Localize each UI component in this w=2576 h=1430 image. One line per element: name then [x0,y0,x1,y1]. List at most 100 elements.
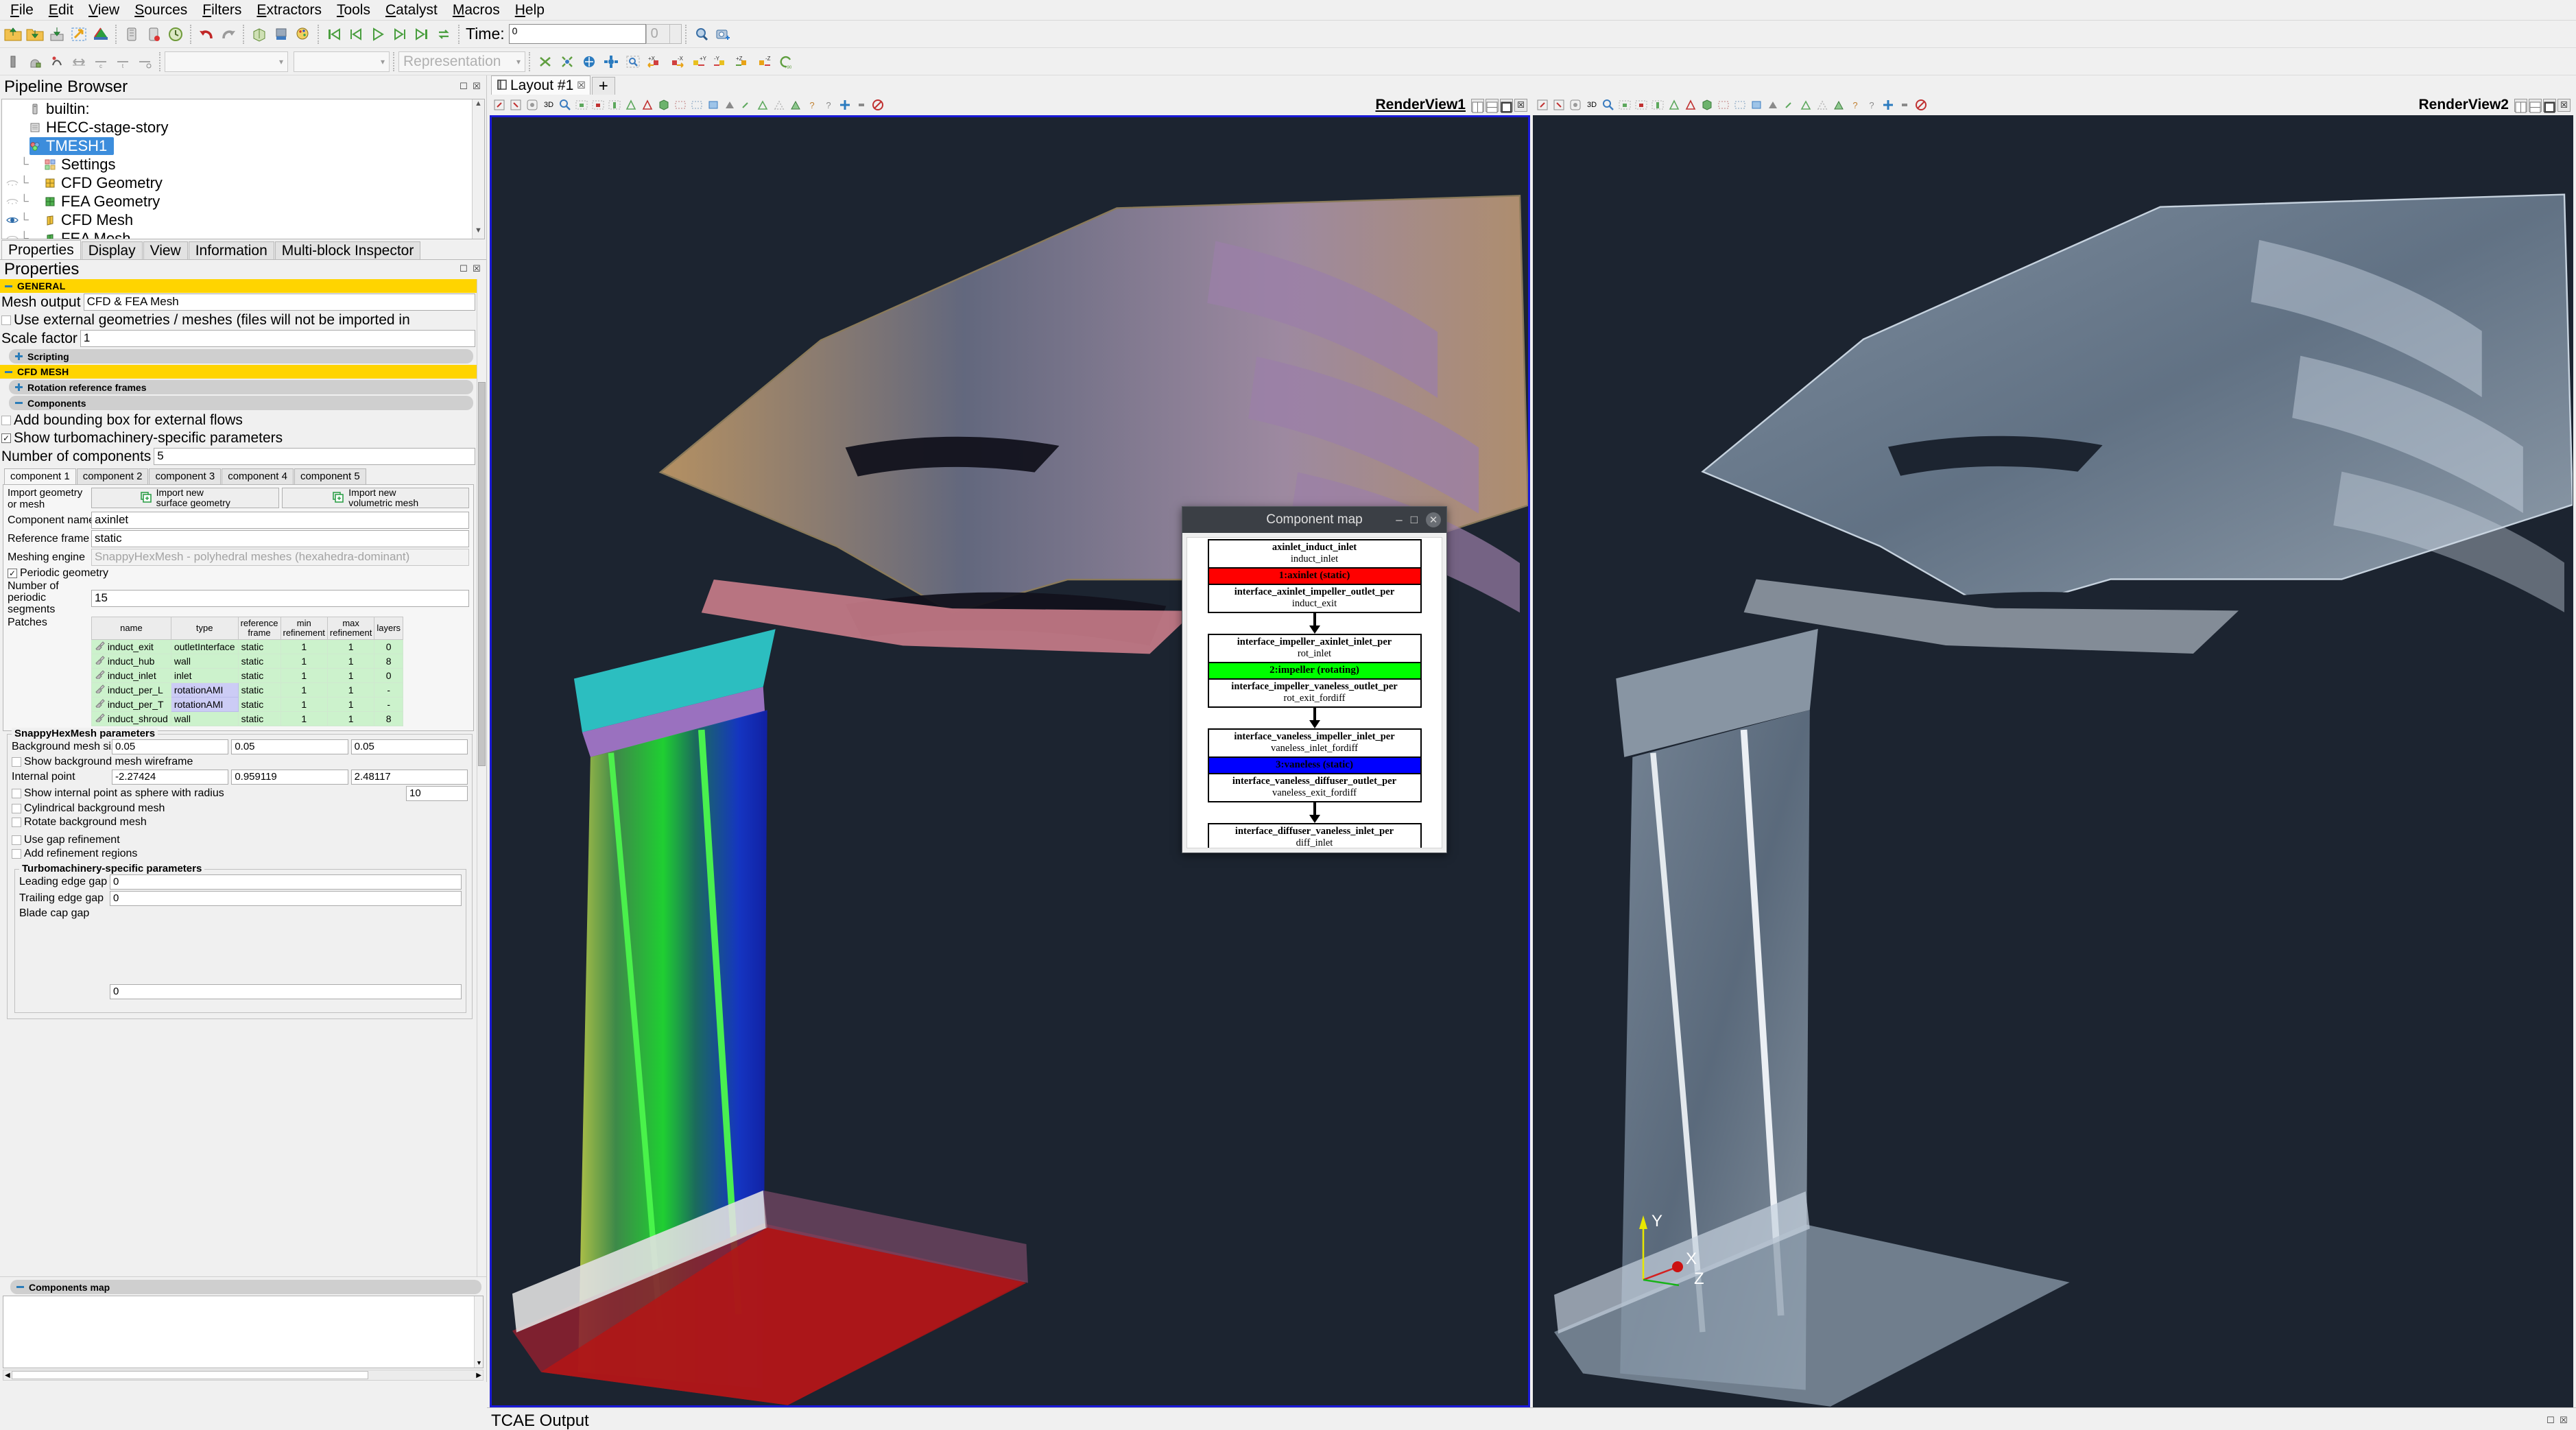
eye-hidden-icon[interactable] [5,196,20,207]
orientation-axes-widget[interactable]: Y X Z [1630,1197,1726,1288]
use-external-row[interactable]: Use external geometries / meshes (files … [0,311,477,329]
zoom-box-icon[interactable] [623,51,643,72]
bg-mesh-size-y[interactable]: 0.05 [231,739,348,754]
plot-over-line-icon[interactable] [754,97,771,113]
neg-x-icon[interactable]: -X [667,51,687,72]
patch-min-refinement[interactable]: 1 [280,653,328,669]
restore-icon[interactable] [165,24,186,45]
patch-layers[interactable]: 0 [374,667,404,683]
last-frame-icon[interactable] [412,24,432,45]
save-screenshot-icon[interactable] [713,24,734,45]
patch-reference-frame[interactable]: static [237,653,281,669]
pipeline-browser[interactable]: builtin: HECC-stage-story TMESH1 └ Settings └… [1,99,485,239]
component-name-input[interactable]: axinlet [91,512,469,529]
pos-x-icon[interactable]: +X [645,51,665,72]
table-row[interactable]: induct_hub wall static 1 1 8 [91,653,404,669]
bounding-box-row[interactable]: Add bounding box for external flows [0,412,477,429]
camera-reset-icon[interactable] [1567,97,1584,113]
float-icon[interactable]: ☐ [2545,1415,2556,1427]
component-map-node[interactable]: axinlet_induct_inlet induct_inlet 1:axinle… [1207,539,1422,613]
section-components[interactable]: Components [9,396,473,410]
num-components-input[interactable]: 5 [154,448,475,465]
select-cells-icon[interactable] [1617,97,1633,113]
patch-max-refinement[interactable]: 1 [326,667,375,683]
periodic-segments-input[interactable]: 15 [91,589,469,607]
periodic-geometry-row[interactable]: ✓ Periodic geometry [6,567,470,580]
bounding-box-checkbox[interactable] [1,416,11,425]
interactive-select-points-icon[interactable] [1732,97,1748,113]
redo-icon[interactable] [218,24,239,45]
patch-layers[interactable]: - [374,696,404,712]
section-scripting[interactable]: Scripting [9,349,473,364]
hover-cells-icon[interactable] [1748,97,1765,113]
find-data-icon[interactable] [691,24,712,45]
toggle-3d-icon[interactable]: 3D [540,97,557,113]
minimize-icon[interactable]: – [1396,513,1402,527]
patch-name[interactable]: induct_shroud [91,711,171,726]
select-surface-icon[interactable] [606,97,623,113]
tab-display[interactable]: Display [81,241,143,259]
patch-reference-frame[interactable]: static [237,639,281,654]
eye-hidden-icon[interactable] [5,178,20,189]
import-volumetric-mesh-button[interactable]: Import new volumetric mesh [281,488,469,508]
tab-information[interactable]: Information [188,241,274,259]
mesh-output-combo[interactable]: CFD & FEA Mesh [83,294,475,311]
patch-name[interactable]: induct_per_T [91,696,171,712]
pipeline-item-fea-mesh[interactable]: └ FEA Mesh [2,229,484,239]
center-axes-icon[interactable] [837,97,853,113]
patch-name[interactable]: induct_hub [91,653,171,669]
cylindrical-bg-checkbox[interactable] [12,803,21,813]
scroll-down-icon[interactable]: ▼ [473,226,484,239]
menu-catalyst[interactable]: Catalyst [378,1,445,19]
camera-redo-icon[interactable] [1551,97,1567,113]
section-components-map[interactable]: Components map [10,1280,481,1294]
show-internal-sphere-checkbox[interactable] [12,788,21,798]
tab-component-3[interactable]: component 3 [149,468,222,484]
select-surface-icon[interactable] [1649,97,1666,113]
component-map-canvas[interactable]: axinlet_induct_inlet induct_inlet 1:axinle… [1186,537,1442,848]
rescale-visible-icon[interactable]: t [112,51,133,72]
rotate-bg-row[interactable]: Rotate background mesh [10,815,469,829]
help-icon[interactable]: ? [804,97,820,113]
camera-redo-icon[interactable] [271,24,291,45]
pick-center-icon[interactable] [1896,97,1913,113]
patch-name[interactable]: induct_per_L [91,682,171,698]
solid-color-icon[interactable] [3,51,23,72]
tab-component-1[interactable]: component 1 [4,468,76,484]
patch-type[interactable]: outletInterface [170,639,239,654]
time-input[interactable]: 0 [508,24,646,44]
patch-max-refinement[interactable]: 1 [326,711,375,726]
scroll-down-icon[interactable]: ▼ [476,1359,482,1366]
patch-type[interactable]: inlet [170,667,239,683]
hover-points-icon[interactable] [1765,97,1781,113]
maximize-icon[interactable] [2543,98,2556,112]
disconnect-icon[interactable] [91,24,111,45]
select-blocks-icon[interactable] [656,97,672,113]
internal-point-z[interactable]: 2.48117 [350,769,468,785]
periodic-geometry-checkbox[interactable]: ✓ [8,569,17,578]
first-frame-icon[interactable] [324,24,344,45]
pos-z-icon[interactable]: +Z [732,51,753,72]
close-icon[interactable]: ☒ [577,80,586,91]
split-vertical-icon[interactable] [2529,98,2542,112]
select-blocks-icon[interactable] [1699,97,1715,113]
show-bg-wireframe-checkbox[interactable] [12,756,21,767]
select-points-icon[interactable] [590,97,606,113]
help-alt-icon[interactable]: ? [1863,97,1880,113]
menu-tools[interactable]: Tools [329,1,378,19]
open-file-icon[interactable] [3,24,23,45]
menu-file[interactable]: File [3,1,41,19]
toggle-3d-icon[interactable]: 3D [1584,97,1600,113]
bg-mesh-size-x[interactable]: 0.05 [112,739,229,754]
rotate-bg-checkbox[interactable] [12,817,21,827]
close-icon[interactable]: ✕ [1426,512,1441,527]
cylindrical-bg-row[interactable]: Cylindrical background mesh [10,802,469,815]
connect-icon[interactable] [69,24,89,45]
reset-center-icon[interactable] [870,97,886,113]
component-map-titlebar[interactable]: Component map – □ ✕ [1182,507,1446,533]
rescale-over-time-icon[interactable] [134,51,155,72]
add-refinement-row[interactable]: Add refinement regions [10,847,469,861]
float-icon[interactable]: ☐ [458,82,469,93]
patch-layers[interactable]: - [374,682,404,698]
bg-mesh-size-z[interactable]: 0.05 [350,739,468,754]
